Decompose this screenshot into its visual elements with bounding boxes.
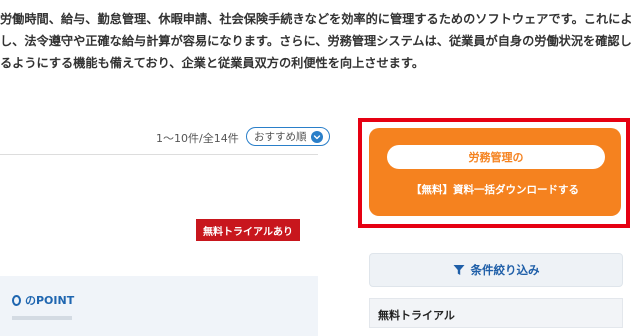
download-cta-button[interactable]: 労務管理の 【無料】資料一括ダウンロードする — [369, 128, 621, 216]
chevron-down-icon — [310, 130, 323, 143]
filter-button[interactable]: 条件絞り込み — [369, 253, 623, 287]
result-count: 1～10件/全14件 — [156, 132, 239, 145]
free-trial-filter-panel: 無料トライアル — [369, 298, 623, 328]
sort-dropdown[interactable]: おすすめ順 — [246, 127, 330, 146]
point-text-fragment — [12, 316, 72, 320]
list-divider — [0, 154, 318, 155]
cta-download-label: 【無料】資料一括ダウンロードする — [411, 184, 579, 196]
filter-button-label: 条件絞り込み — [470, 263, 540, 277]
cta-title-pill: 労務管理の — [387, 145, 605, 169]
filter-icon — [453, 265, 464, 275]
intro-line: 労働時間、給与、勤怠管理、休暇申請、社会保険手続きなどを効率的に管理するためのソ… — [0, 12, 633, 26]
point-heading-text: のPOINT — [25, 294, 75, 307]
free-trial-badge: 無料トライアルあり — [196, 219, 300, 241]
intro-line: るようにする機能も備えており、企業と従業員双方の利便性を向上させます。 — [0, 56, 424, 70]
point-panel: のPOINT — [0, 276, 318, 336]
intro-line: し、法令遵守や正確な給与計算が容易になります。さらに、労務管理システムは、従業員… — [0, 34, 632, 48]
point-icon — [12, 294, 21, 306]
sort-dropdown-label: おすすめ順 — [254, 131, 307, 143]
filter-panel-title: 無料トライアル — [378, 309, 455, 322]
point-heading: のPOINT — [12, 292, 74, 308]
intro-text: 労働時間、給与、勤怠管理、休暇申請、社会保険手続きなどを効率的に管理するためのソ… — [0, 8, 636, 74]
